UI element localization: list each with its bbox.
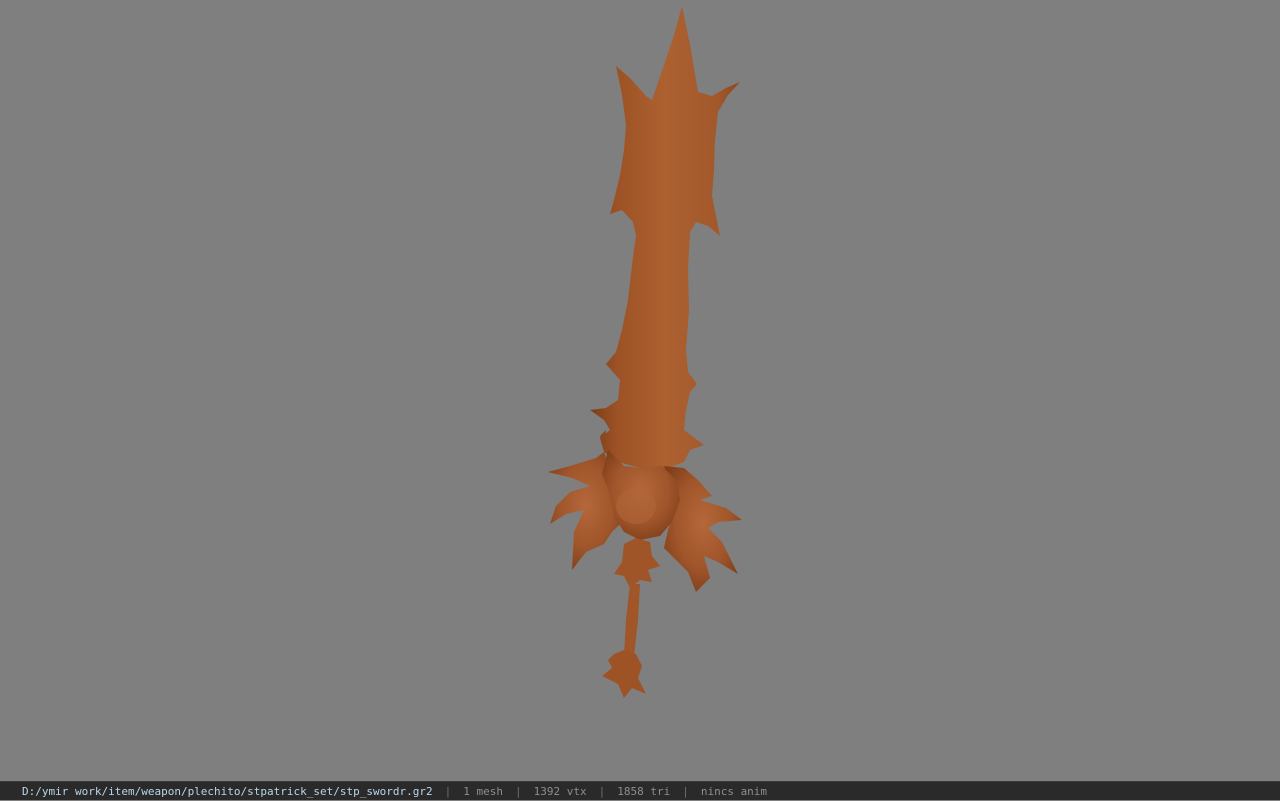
- handle-grip: [624, 584, 640, 660]
- handle-collar: [614, 538, 660, 588]
- mesh-count: 1 mesh: [463, 785, 503, 798]
- triangle-count: 1858 tri: [617, 785, 671, 798]
- sword-model: [548, 6, 742, 698]
- separator: |: [444, 785, 452, 798]
- anim-status: nincs anim: [700, 785, 768, 798]
- 3d-viewport[interactable]: [0, 0, 1280, 781]
- separator: |: [598, 785, 606, 798]
- separator: |: [514, 785, 522, 798]
- pommel: [602, 650, 646, 698]
- vertex-count: 1392 vtx: [533, 785, 587, 798]
- separator: |: [682, 785, 689, 798]
- status-bar: D:/ymir work/item/weapon/plechito/stpatr…: [0, 781, 1280, 800]
- sword-blade: [590, 6, 740, 468]
- file-path: D:/ymir work/item/weapon/plechito/stpatr…: [22, 785, 433, 798]
